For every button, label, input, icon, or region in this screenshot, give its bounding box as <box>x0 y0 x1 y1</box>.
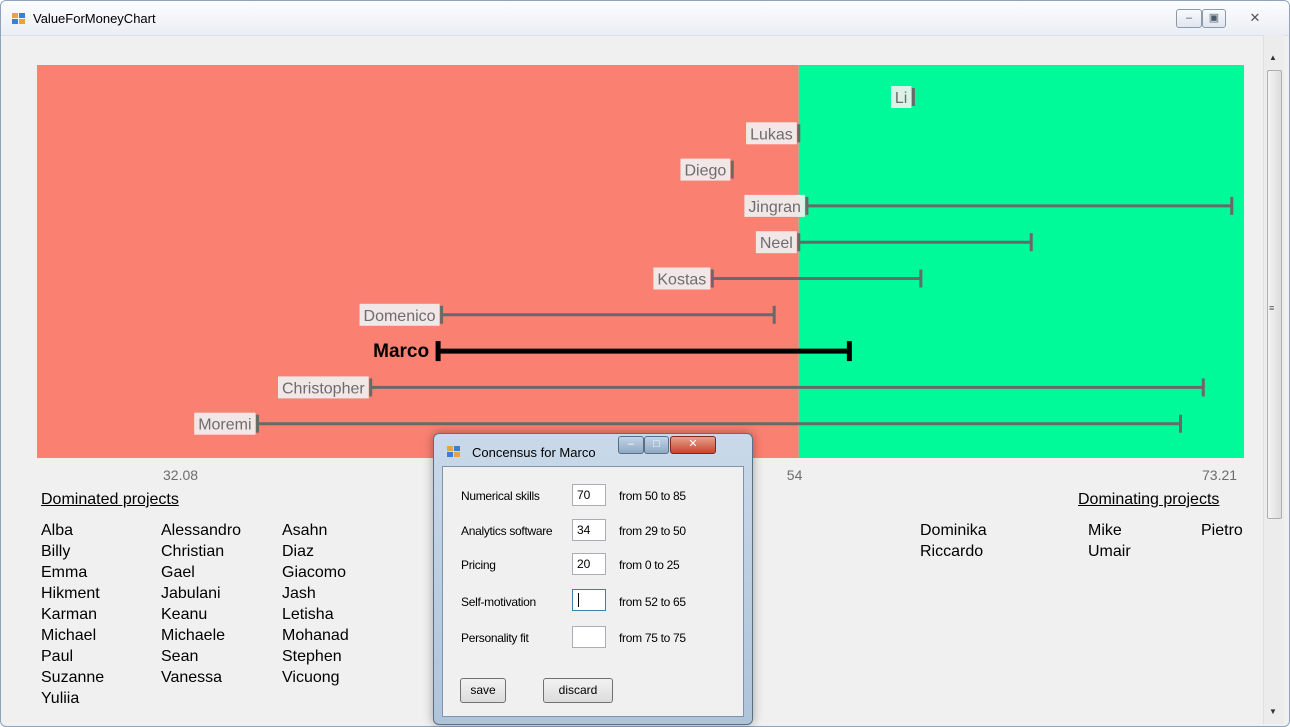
grip-icon: ≡ <box>1269 303 1275 313</box>
dialog-app-icon <box>447 446 461 458</box>
project-name: Vicuong <box>282 669 340 686</box>
project-name: Suzanne <box>41 669 105 686</box>
personality-fit-input[interactable] <box>572 626 606 648</box>
project-name: Dominika <box>920 522 987 539</box>
discard-button[interactable]: discard <box>543 678 613 703</box>
project-name: Paul <box>41 648 74 665</box>
project-name: Mohanad <box>282 627 349 644</box>
field-range: from 50 to 85 <box>619 489 686 503</box>
project-name: Diaz <box>282 543 315 560</box>
project-name: Yuliia <box>41 690 80 707</box>
field-range: from 29 to 50 <box>619 524 686 538</box>
numerical-skills-input[interactable] <box>572 484 606 506</box>
self-motivation-input[interactable] <box>572 589 606 611</box>
dominating-projects-heading: Dominating projects <box>1078 491 1220 508</box>
project-name: Karman <box>41 606 98 623</box>
vertical-scrollbar[interactable]: ▲ ≡ ▼ <box>1263 35 1284 724</box>
save-button[interactable]: save <box>460 678 506 703</box>
project-name: Gael <box>161 564 195 581</box>
project-name: Riccardo <box>920 543 984 560</box>
project-name: Hikment <box>41 585 100 602</box>
range-label-kostas: Kostas <box>657 272 706 289</box>
scroll-down-icon[interactable]: ▼ <box>1269 707 1277 716</box>
project-name: Christian <box>161 543 225 560</box>
x-tick-max: 73.21 <box>1202 467 1238 483</box>
title-bar[interactable]: ValueForMoneyChart – ▣ ✕ <box>1 1 1289 36</box>
close-icon[interactable]: ✕ <box>1238 9 1272 28</box>
field-label: Numerical skills <box>461 489 540 503</box>
project-name: Alba <box>41 522 74 539</box>
dialog-title: Concensus for Marco <box>472 445 596 460</box>
range-label-diego: Diego <box>684 163 726 180</box>
range-label-li: Li <box>895 90 907 107</box>
project-name: Billy <box>41 543 71 560</box>
dominated-projects-heading: Dominated projects <box>41 491 179 508</box>
project-name: Keanu <box>161 606 208 623</box>
range-label-marco: Marco <box>373 341 429 362</box>
scrollbar-thumb[interactable] <box>1267 70 1282 519</box>
range-label-jingran: Jingran <box>748 199 800 216</box>
dialog-minimize-icon[interactable]: – <box>618 436 644 454</box>
dominated-zone <box>37 65 799 458</box>
minimize-icon[interactable]: – <box>1176 9 1202 28</box>
field-label: Pricing <box>461 558 496 572</box>
project-name: Jabulani <box>161 585 221 602</box>
field-range: from 75 to 75 <box>619 631 686 645</box>
range-label-moremi: Moremi <box>198 417 251 434</box>
x-tick-min: 32.08 <box>163 467 199 483</box>
project-name: Mike <box>1088 522 1122 539</box>
project-name: Pietro <box>1201 522 1243 539</box>
project-name: Sean <box>161 648 199 665</box>
text-caret <box>578 593 579 607</box>
field-range: from 52 to 65 <box>619 595 686 609</box>
x-tick-threshold: 54 <box>786 467 803 483</box>
project-name: Vanessa <box>161 669 223 686</box>
analytics-software-input[interactable] <box>572 519 606 541</box>
project-name: Emma <box>41 564 88 581</box>
scroll-up-icon[interactable]: ▲ <box>1269 53 1277 62</box>
field-label: Analytics software <box>461 524 553 538</box>
consensus-dialog: Concensus for Marco – □ ✕ Numerical skil… <box>433 433 753 725</box>
range-label-christopher: Christopher <box>282 380 365 397</box>
project-name: Michaele <box>161 627 226 644</box>
field-range: from 0 to 25 <box>619 558 680 572</box>
project-name: Jash <box>282 585 316 602</box>
dialog-maximize-icon[interactable]: □ <box>644 436 669 454</box>
dominating-zone <box>798 65 1244 458</box>
app-icon <box>12 13 26 25</box>
project-name: Giacomo <box>282 564 347 581</box>
project-name: Asahn <box>282 522 328 539</box>
pricing-input[interactable] <box>572 553 606 575</box>
dialog-close-icon[interactable]: ✕ <box>670 436 716 454</box>
range-label-domenico: Domenico <box>364 308 436 325</box>
project-name: Umair <box>1088 543 1131 560</box>
restore-icon[interactable]: ▣ <box>1202 9 1226 28</box>
project-name: Alessandro <box>161 522 242 539</box>
project-name: Letisha <box>282 606 334 623</box>
field-label: Self-motivation <box>461 595 536 609</box>
project-name: Michael <box>41 627 97 644</box>
project-name: Stephen <box>282 648 342 665</box>
range-label-neel: Neel <box>760 235 793 252</box>
window-title: ValueForMoneyChart <box>33 11 156 26</box>
field-label: Personality fit <box>461 631 529 645</box>
range-label-lukas: Lukas <box>750 126 793 143</box>
